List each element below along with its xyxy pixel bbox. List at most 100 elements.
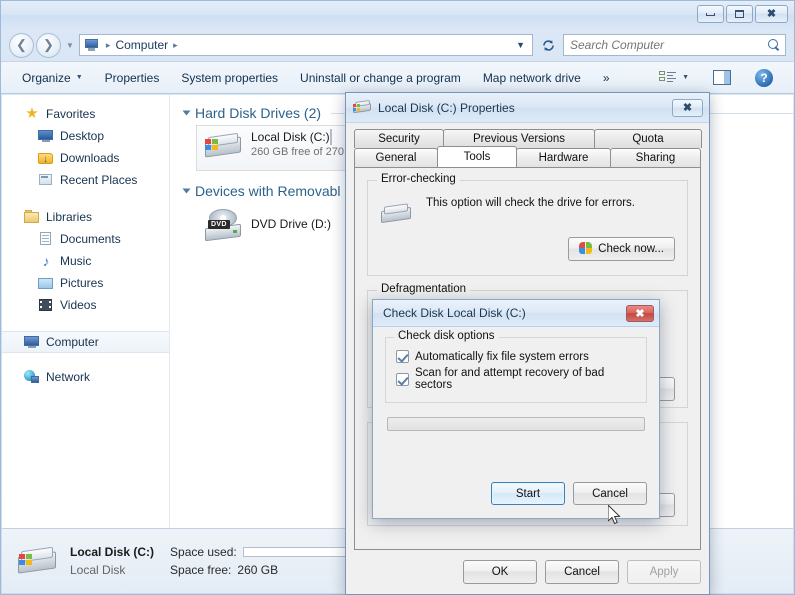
details-space-free-label: Space free: <box>170 563 232 577</box>
toolbar-overflow-label: » <box>602 70 610 85</box>
details-col-space: Space used: Space free: 260 GB <box>170 545 355 577</box>
maximize-icon <box>735 10 744 18</box>
properties-cancel-button[interactable]: Cancel <box>545 560 619 584</box>
drive-capacity-c: 260 GB free of 270 G <box>251 146 356 158</box>
properties-ok-button[interactable]: OK <box>463 560 537 584</box>
address-bar[interactable]: ▸ Computer ▸ ▼ <box>78 34 533 56</box>
toolbar-properties-label: Properties <box>104 70 160 85</box>
option-auto-fix-errors[interactable]: Automatically fix file system errors <box>396 350 636 363</box>
breadcrumb-computer[interactable]: Computer <box>113 38 170 52</box>
toolbar-overflow-button[interactable]: » <box>592 65 621 90</box>
recent-pages-dropdown[interactable]: ▼ <box>66 41 74 50</box>
sidebar-item-favorites[interactable]: ★ Favorites <box>2 103 169 125</box>
sidebar-item-downloads[interactable]: ↓ Downloads <box>2 147 169 169</box>
collapse-triangle-icon-2 <box>182 188 191 194</box>
close-icon: ✖ <box>682 102 693 114</box>
drive-item-dvd-d[interactable]: DVD DVD Drive (D:) <box>196 203 366 249</box>
drive-name-c: Local Disk (C:) <box>251 130 330 144</box>
tab-security[interactable]: Security <box>354 129 444 148</box>
sidebar-group-favorites: ★ Favorites Desktop ↓ Downloads Recent P… <box>2 103 169 191</box>
drive-name-d: DVD Drive (D:) <box>251 217 331 231</box>
tab-tools[interactable]: Tools <box>437 146 517 167</box>
uac-shield-icon <box>579 242 593 256</box>
check-disk-progress-bar <box>387 417 645 431</box>
details-title: Local Disk (C:) <box>70 545 155 559</box>
tab-hardware-label: Hardware <box>538 152 589 164</box>
toolbar-system-properties-label: System properties <box>181 70 279 85</box>
address-dropdown-icon[interactable]: ▼ <box>516 40 530 50</box>
sidebar-item-desktop[interactable]: Desktop <box>2 125 169 147</box>
sidebar-label-desktop: Desktop <box>60 129 105 143</box>
documents-icon <box>38 231 54 247</box>
toolbar-system-properties[interactable]: System properties <box>170 65 289 90</box>
sidebar-label-recent-places: Recent Places <box>60 173 138 187</box>
sidebar-item-computer[interactable]: Computer <box>2 331 169 353</box>
sidebar-item-recent-places[interactable]: Recent Places <box>2 169 169 191</box>
tab-tools-label: Tools <box>463 151 491 163</box>
sidebar-item-music[interactable]: ♪ Music <box>2 250 169 272</box>
refresh-icon <box>542 39 554 51</box>
tab-hardware[interactable]: Hardware <box>516 148 611 167</box>
computer-icon <box>84 38 100 52</box>
sidebar-item-network[interactable]: Network <box>2 366 169 388</box>
properties-close-button[interactable]: ✖ <box>672 98 703 117</box>
toolbar-organize-label: Organize <box>22 70 71 85</box>
check-disk-options-title: Check disk options <box>394 330 499 342</box>
maximize-button[interactable] <box>726 5 753 23</box>
view-options-button[interactable]: ▼ <box>648 65 700 90</box>
toolbar-properties[interactable]: Properties <box>94 65 171 90</box>
check-disk-close-button[interactable]: ✖ <box>626 304 654 322</box>
tab-sharing[interactable]: Sharing <box>610 148 701 167</box>
breadcrumb-separator-2[interactable]: ▸ <box>170 40 181 51</box>
option-scan-bad-sectors[interactable]: Scan for and attempt recovery of bad sec… <box>396 367 636 391</box>
tab-quota[interactable]: Quota <box>594 129 702 148</box>
checkbox-auto-fix-errors[interactable] <box>396 350 409 363</box>
minimize-button[interactable] <box>697 5 724 23</box>
sidebar-item-documents[interactable]: Documents <box>2 228 169 250</box>
toolbar-uninstall-program[interactable]: Uninstall or change a program <box>289 65 472 90</box>
properties-hard-disk-icon <box>352 99 372 116</box>
refresh-button[interactable] <box>537 34 559 56</box>
details-subtitle: Local Disk <box>70 563 126 577</box>
tab-general[interactable]: General <box>354 148 438 167</box>
check-disk-cancel-label: Cancel <box>592 487 628 500</box>
back-button[interactable]: ❮ <box>9 32 34 58</box>
close-button[interactable]: ✖ <box>755 5 788 23</box>
dvd-drive-icon: DVD <box>203 208 243 242</box>
properties-apply-button: Apply <box>627 560 701 584</box>
view-list-icon <box>659 70 677 86</box>
search-input[interactable] <box>568 37 768 53</box>
check-disk-cancel-button[interactable]: Cancel <box>573 482 647 505</box>
group-title-hard-disks: Hard Disk Drives (2) <box>195 105 322 121</box>
drive-usage-bar-c <box>329 129 332 145</box>
check-disk-options-group: Check disk options Automatically fix fil… <box>385 330 647 403</box>
help-button[interactable]: ? <box>744 65 784 90</box>
tab-sharing-label: Sharing <box>635 152 676 164</box>
videos-icon <box>38 297 54 313</box>
preview-pane-button[interactable] <box>702 65 742 90</box>
libraries-icon <box>24 209 40 225</box>
check-now-label: Check now... <box>598 243 664 255</box>
drive-item-local-disk-c[interactable]: Local Disk (C:) 260 GB free of 270 G <box>196 125 366 171</box>
sidebar-item-videos[interactable]: Videos <box>2 294 169 316</box>
forward-button[interactable]: ❯ <box>36 32 61 58</box>
toolbar-map-network-drive[interactable]: Map network drive <box>472 65 592 90</box>
details-space-free-value: 260 GB <box>237 563 279 577</box>
sidebar-item-pictures[interactable]: Pictures <box>2 272 169 294</box>
properties-ok-label: OK <box>491 566 509 578</box>
preview-pane-icon <box>713 70 731 85</box>
computer-tree-icon <box>24 334 40 350</box>
check-now-button[interactable]: Check now... <box>568 237 675 261</box>
search-box[interactable] <box>563 34 786 56</box>
checkbox-scan-bad-sectors[interactable] <box>396 372 409 386</box>
sidebar-label-videos: Videos <box>60 298 97 312</box>
toolbar-organize[interactable]: Organize ▼ <box>11 65 94 90</box>
sidebar-item-libraries[interactable]: Libraries <box>2 206 169 228</box>
defragmentation-title: Defragmentation <box>377 283 471 295</box>
nav-buttons: ❮ ❯ <box>9 32 63 58</box>
check-disk-start-button[interactable]: Start <box>491 482 565 505</box>
star-icon: ★ <box>25 105 39 122</box>
properties-titlebar: Local Disk (C:) Properties ✖ <box>346 93 709 123</box>
